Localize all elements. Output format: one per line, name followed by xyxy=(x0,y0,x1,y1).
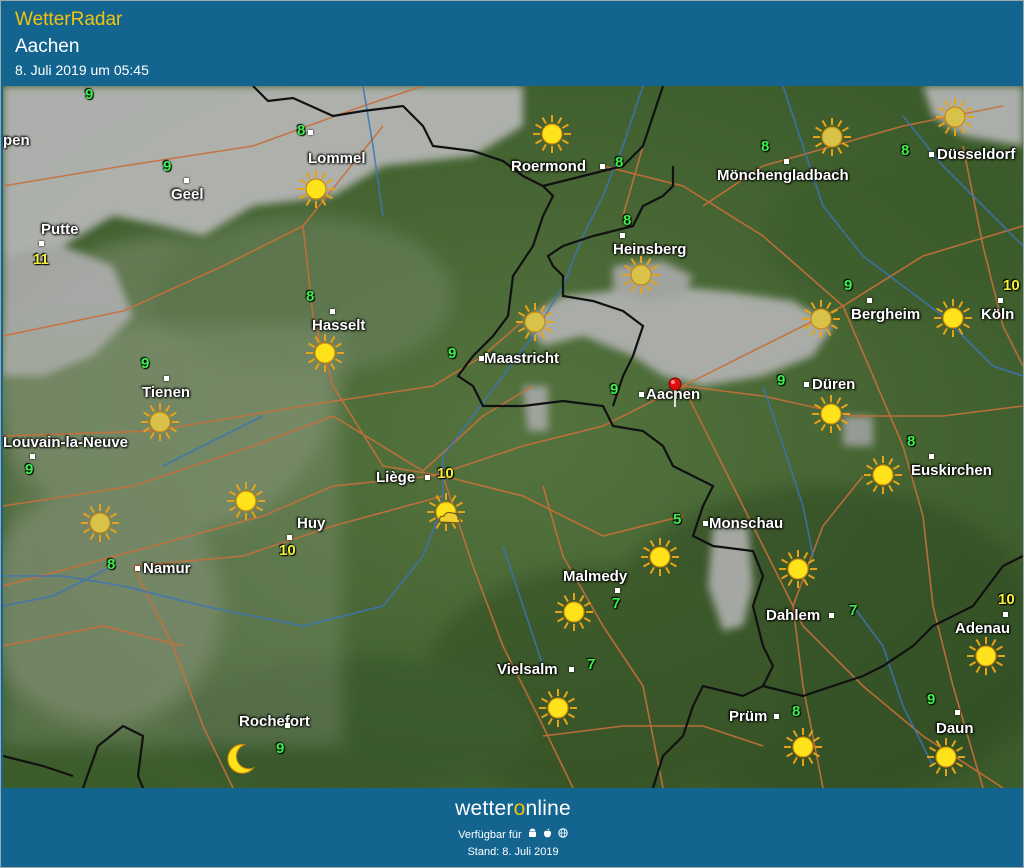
timestamp: 8. Juli 2019 um 05:45 xyxy=(15,62,149,78)
city-label-d-ren[interactable]: Düren xyxy=(812,376,855,393)
temp-rochefort: 9 xyxy=(276,740,285,757)
city-dot-aachen xyxy=(639,392,644,397)
footer-bar: wetteronline Verfügbar für Stand: 8. Jul… xyxy=(3,789,1023,867)
city-dot-malmedy xyxy=(615,588,620,593)
temp-m-nchengladbach: 8 xyxy=(761,138,770,155)
temp-geel: 9 xyxy=(163,158,172,175)
city-dot-euskirchen xyxy=(929,454,934,459)
city-label-euskirchen[interactable]: Euskirchen xyxy=(911,462,992,479)
header-bar: WetterRadar Aachen 8. Juli 2019 um 05:45 xyxy=(3,3,1023,85)
temp-huy: 10 xyxy=(279,542,296,559)
city-dot-putte xyxy=(39,241,44,246)
city-dot-pr-m xyxy=(774,714,779,719)
city-dot-d-sseldorf xyxy=(929,152,934,157)
temp-bergheim: 9 xyxy=(844,277,853,294)
city-dot-heinsberg xyxy=(620,233,625,238)
city-label-rochefort[interactable]: Rochefort xyxy=(239,713,310,730)
city-label-daun[interactable]: Daun xyxy=(936,720,974,737)
temp-pr-m: 8 xyxy=(792,703,801,720)
city-dot-tienen xyxy=(164,376,169,381)
edge-label: 9 xyxy=(85,86,94,103)
city-label-putte[interactable]: Putte xyxy=(41,221,79,238)
apple-icon[interactable] xyxy=(543,828,552,841)
temp-maastricht: 9 xyxy=(448,345,457,362)
city-label-namur[interactable]: Namur xyxy=(143,560,191,577)
city-label-geel[interactable]: Geel xyxy=(171,186,204,203)
city-label-vielsalm[interactable]: Vielsalm xyxy=(497,661,558,678)
city-label-d-sseldorf[interactable]: Düsseldorf xyxy=(937,146,1015,163)
availability-line: Verfügbar für xyxy=(3,828,1023,841)
temp-vielsalm: 7 xyxy=(587,656,596,673)
city-dot-m-nchengladbach xyxy=(784,159,789,164)
temp-hasselt: 8 xyxy=(306,288,315,305)
availability-label: Verfügbar für xyxy=(458,829,522,841)
temp-d-ren: 9 xyxy=(777,372,786,389)
temp-putte: 11 xyxy=(33,251,49,268)
temp-roermond: 8 xyxy=(615,154,624,171)
city-label-monschau[interactable]: Monschau xyxy=(709,515,783,532)
temp-dahlem: 7 xyxy=(849,602,858,619)
city-label-lommel[interactable]: Lommel xyxy=(308,150,366,167)
city-dot-dahlem xyxy=(829,613,834,618)
data-stand-date: Stand: 8. Juli 2019 xyxy=(467,846,559,858)
city-label-malmedy[interactable]: Malmedy xyxy=(563,568,627,585)
temp-adenau: 10 xyxy=(998,591,1015,608)
temp-heinsberg: 8 xyxy=(623,212,632,229)
city-dot-namur xyxy=(135,566,140,571)
city-dot-d-ren xyxy=(804,382,809,387)
temp-aachen: 9 xyxy=(610,381,619,398)
city-dot-huy xyxy=(287,535,292,540)
android-icon[interactable] xyxy=(528,828,537,841)
city-label-bergheim[interactable]: Bergheim xyxy=(851,306,920,323)
app-window: WetterRadar Aachen 8. Juli 2019 um 05:45 xyxy=(0,0,1024,868)
city-dot-adenau xyxy=(1003,612,1008,617)
city-dot-bergheim xyxy=(867,298,872,303)
city-label-maastricht[interactable]: Maastricht xyxy=(484,350,559,367)
city-dot-lommel xyxy=(308,130,313,135)
city-label-dahlem[interactable]: Dahlem xyxy=(766,607,820,624)
temp-malmedy: 7 xyxy=(612,595,621,612)
temp-louvain-la-neuve: 9 xyxy=(25,461,34,478)
temp-euskirchen: 8 xyxy=(907,433,916,450)
city-label-adenau[interactable]: Adenau xyxy=(955,620,1010,637)
city-dot-li-ge xyxy=(425,475,430,480)
city-dot-daun xyxy=(955,710,960,715)
city-overlay: Lommel 8 Geel 9 Putte 11 Roermond 8 Mönchengladb… xyxy=(3,86,1023,788)
city-label-louvain-la-neuve[interactable]: Louvain-la-Neuve xyxy=(3,434,128,451)
app-title: WetterRadar xyxy=(15,9,123,30)
temp-namur: 8 xyxy=(107,556,116,573)
city-label-li-ge[interactable]: Liège xyxy=(376,469,415,486)
city-dot-vielsalm xyxy=(569,667,574,672)
city-label-tienen[interactable]: Tienen xyxy=(142,384,190,401)
city-dot-roermond xyxy=(600,164,605,169)
temp-monschau: 5 xyxy=(673,511,682,528)
city-label-roermond[interactable]: Roermond xyxy=(511,158,586,175)
city-dot-geel xyxy=(184,178,189,183)
temp-tienen: 9 xyxy=(141,355,150,372)
temp-daun: 9 xyxy=(927,691,936,708)
city-label-hasselt[interactable]: Hasselt xyxy=(312,317,365,334)
temp-li-ge: 10 xyxy=(437,465,454,482)
edge-label: pen xyxy=(3,132,30,149)
web-icon[interactable] xyxy=(558,828,568,841)
city-label-k-ln[interactable]: Köln xyxy=(981,306,1014,323)
city-dot-louvain-la-neuve xyxy=(30,454,35,459)
city-label-pr-m[interactable]: Prüm xyxy=(729,708,767,725)
weather-radar-map[interactable]: Lommel 8 Geel 9 Putte 11 Roermond 8 Mönchengladb… xyxy=(3,86,1023,788)
city-dot-monschau xyxy=(703,521,708,526)
location-title: Aachen xyxy=(15,36,80,57)
city-dot-k-ln xyxy=(998,298,1003,303)
brand-logo[interactable]: wetteronline xyxy=(3,797,1023,821)
city-label-huy[interactable]: Huy xyxy=(297,515,325,532)
temp-k-ln: 10 xyxy=(1003,277,1020,294)
location-pin[interactable] xyxy=(668,377,682,407)
city-dot-maastricht xyxy=(479,356,484,361)
city-label-m-nchengladbach[interactable]: Mönchengladbach xyxy=(717,167,849,184)
temp-d-sseldorf: 8 xyxy=(901,142,910,159)
temp-lommel: 8 xyxy=(297,122,306,139)
city-dot-rochefort xyxy=(285,723,290,728)
city-dot-hasselt xyxy=(330,309,335,314)
